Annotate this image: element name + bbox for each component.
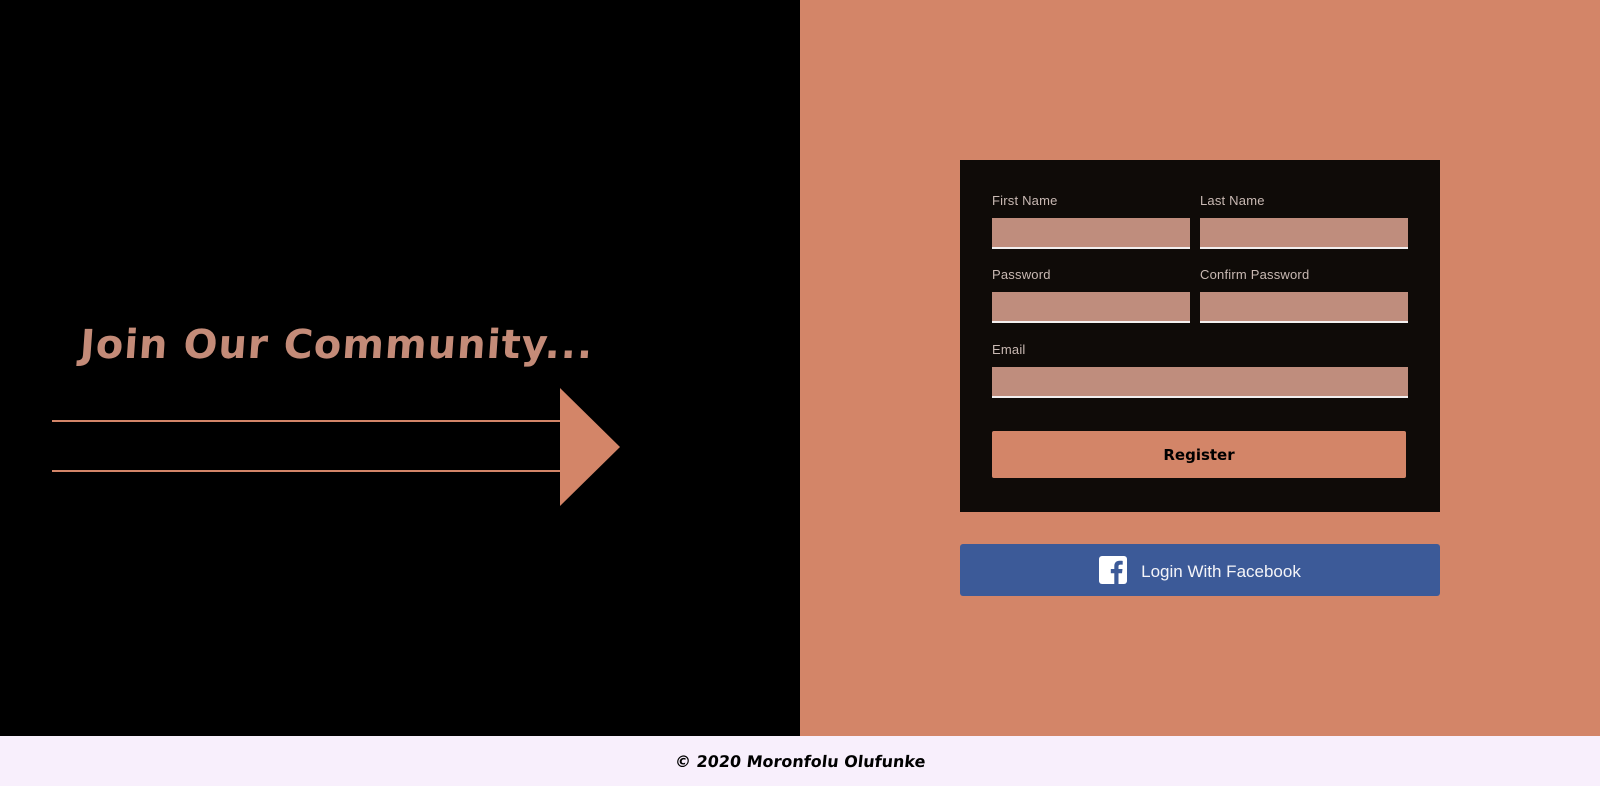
facebook-login-button[interactable]: Login With Facebook [960,544,1440,596]
signup-page: Join Our Community... First Name Last Na… [0,0,1600,786]
footer: © 2020 Moronfolu Olufunke [0,736,1600,786]
first-name-label: First Name [992,193,1058,208]
hero-headline: Join Our Community... [78,322,596,368]
confirm-password-input[interactable] [1200,292,1408,323]
email-label: Email [992,342,1026,357]
last-name-input[interactable] [1200,218,1408,249]
copyright-text: © 2020 Moronfolu Olufunke [673,751,927,771]
first-name-input[interactable] [992,218,1190,249]
password-input[interactable] [992,292,1190,323]
left-panel: Join Our Community... [0,0,800,736]
arrow-right-icon [52,388,620,506]
registration-form: First Name Last Name Password Confirm Pa… [960,160,1440,512]
password-label: Password [992,267,1051,282]
confirm-password-label: Confirm Password [1200,267,1310,282]
register-button[interactable]: Register [992,431,1406,478]
facebook-icon [1099,556,1128,584]
facebook-login-label: Login With Facebook [1141,562,1301,581]
email-input[interactable] [992,367,1408,398]
last-name-label: Last Name [1200,193,1265,208]
